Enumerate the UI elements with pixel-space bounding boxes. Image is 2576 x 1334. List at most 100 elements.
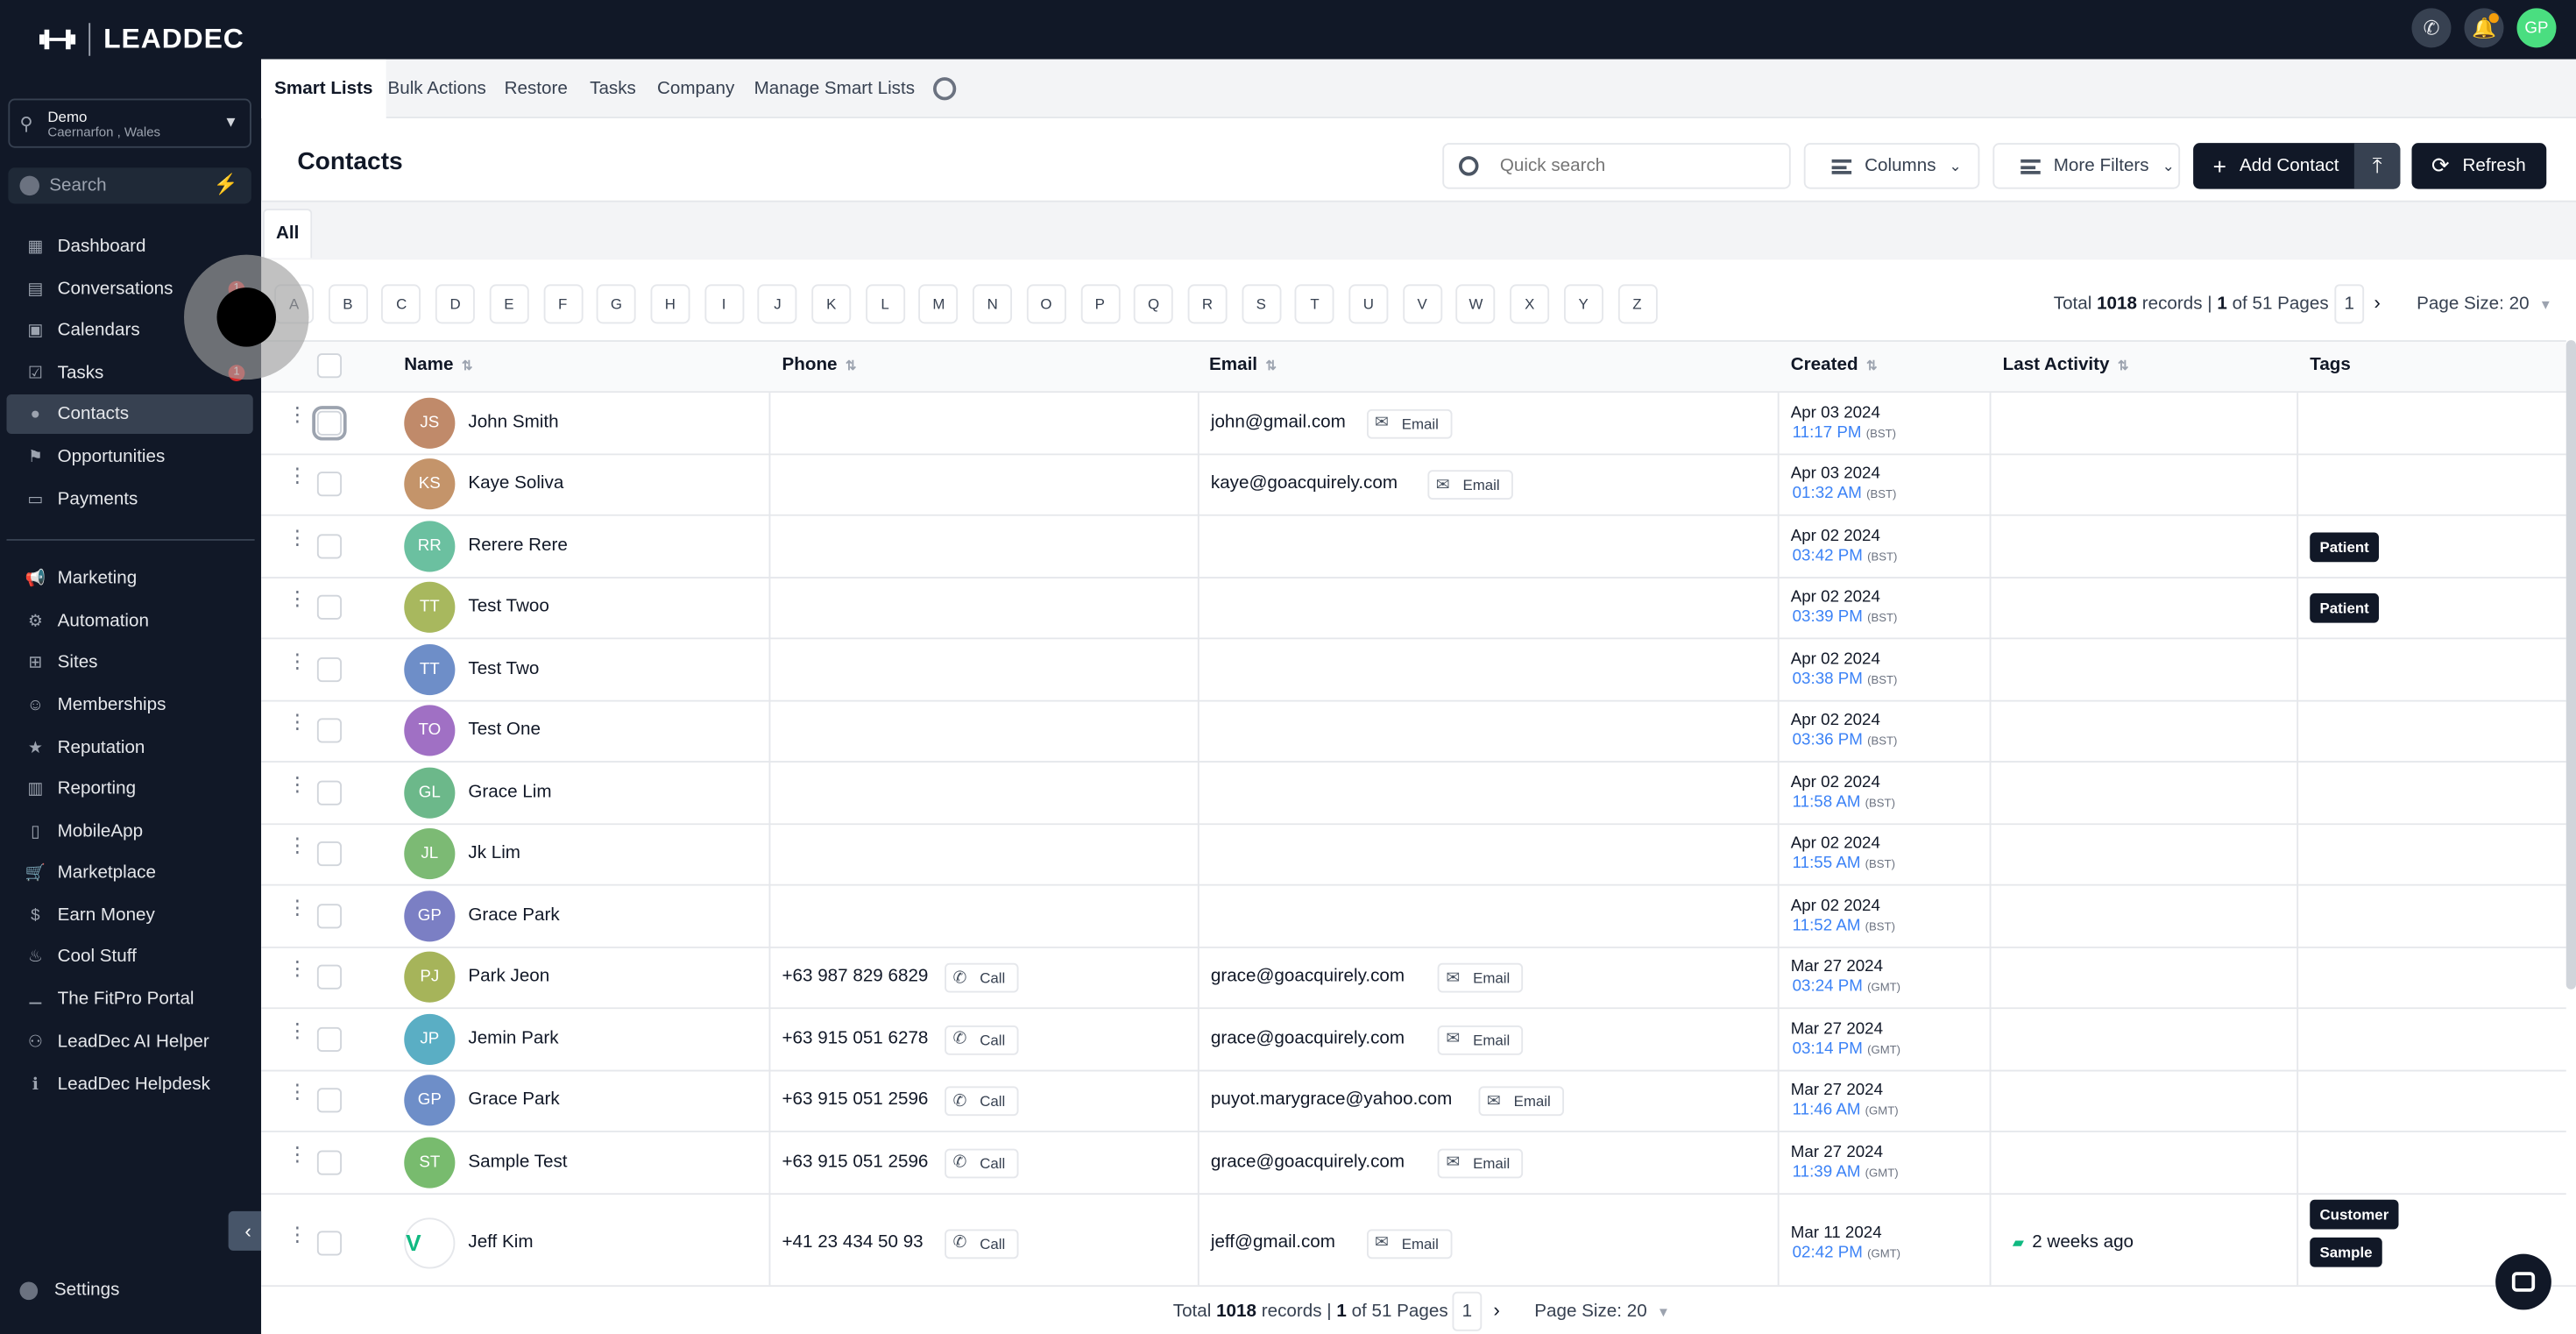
quick-search[interactable] xyxy=(1442,143,1791,189)
table-row[interactable]: ⋮ PJ Park Jeon +63 987 829 6829 ✆ Call grace@g… xyxy=(261,947,2566,1010)
call-button[interactable]: ✆ Call xyxy=(945,1148,1019,1178)
contact-tag[interactable]: Patient xyxy=(2310,593,2380,624)
alphabet-filter-c[interactable]: C xyxy=(381,284,421,324)
contact-avatar[interactable]: TT xyxy=(404,643,456,695)
row-actions-icon[interactable]: ⋮ xyxy=(287,1082,308,1102)
alphabet-filter-b[interactable]: B xyxy=(328,284,368,324)
contact-name[interactable]: Jeff Kim xyxy=(468,1231,533,1252)
tab-tasks[interactable]: Tasks xyxy=(590,60,636,119)
sidebar-item-marketing[interactable]: 📢 Marketing xyxy=(7,559,253,599)
alphabet-filter-e[interactable]: E xyxy=(489,284,529,324)
select-all-checkbox[interactable] xyxy=(316,353,342,379)
table-row[interactable]: ⋮ GP Grace Park +63 915 051 2596 ✆ Call puyot.… xyxy=(261,1070,2566,1132)
contact-phone[interactable]: +63 915 051 6278 xyxy=(782,1028,929,1048)
column-header-created[interactable]: Created ⇅ xyxy=(1791,355,1878,375)
next-page-icon[interactable]: › xyxy=(2374,291,2381,314)
row-checkbox[interactable] xyxy=(316,595,342,621)
alphabet-filter-n[interactable]: N xyxy=(973,284,1013,324)
alphabet-filter-z[interactable]: Z xyxy=(1617,284,1657,324)
sidebar-item-opportunities[interactable]: ⚑ Opportunities xyxy=(7,437,253,477)
sidebar-item-memberships[interactable]: ☺ Memberships xyxy=(7,685,253,725)
import-upload-icon[interactable]: ⤒ xyxy=(2353,143,2401,189)
contact-name[interactable]: Park Jeon xyxy=(468,967,549,987)
add-contact-button[interactable]: + Add Contact ⤒ xyxy=(2193,143,2401,189)
contact-avatar[interactable]: GP xyxy=(404,1075,456,1126)
sort-icon[interactable]: ⇅ xyxy=(846,358,857,373)
contact-email[interactable]: jeff@gmail.com xyxy=(1211,1231,1335,1252)
more-filters-button[interactable]: More Filters ⌄ xyxy=(1992,143,2181,189)
contact-tag[interactable]: Customer xyxy=(2310,1198,2399,1229)
lightning-icon[interactable]: ⚡ xyxy=(214,173,238,195)
alphabet-filter-d[interactable]: D xyxy=(435,284,476,324)
row-actions-icon[interactable]: ⋮ xyxy=(287,650,308,671)
call-button[interactable]: ✆ Call xyxy=(945,1025,1019,1055)
table-row[interactable]: ⋮ GL Grace Lim Apr 02 2024 11:58 AM (BST) xyxy=(261,763,2566,825)
row-actions-icon[interactable]: ⋮ xyxy=(287,404,308,424)
column-header-email[interactable]: Email ⇅ xyxy=(1209,355,1277,375)
alphabet-filter-f[interactable]: F xyxy=(542,284,583,324)
tab-company[interactable]: Company xyxy=(657,60,734,119)
contact-name[interactable]: Grace Park xyxy=(468,1090,559,1110)
email-button[interactable]: ✉ Email xyxy=(1437,1148,1524,1178)
contact-name[interactable]: John Smith xyxy=(468,412,558,432)
contact-avatar[interactable]: TO xyxy=(404,705,456,756)
contact-avatar[interactable]: JS xyxy=(404,397,456,449)
row-checkbox[interactable] xyxy=(316,656,342,682)
contact-avatar[interactable]: KS xyxy=(404,458,456,510)
gear-icon[interactable] xyxy=(933,77,957,101)
sidebar-item-earn-money[interactable]: $ Earn Money xyxy=(7,896,253,935)
row-checkbox[interactable] xyxy=(316,903,342,928)
row-checkbox[interactable] xyxy=(312,405,347,441)
table-row[interactable]: ⋮ RR Rerere Rere Apr 02 2024 03:42 PM (BST) P… xyxy=(261,515,2566,578)
table-row[interactable]: ⋮ GP Grace Park Apr 02 2024 11:52 AM (BST) xyxy=(261,885,2566,947)
sidebar-item-the-fitpro-portal[interactable]: ⚊ The FitPro Portal xyxy=(7,980,253,1019)
sort-icon[interactable]: ⇅ xyxy=(462,358,473,373)
location-switcher[interactable]: ⚲ Demo Caernarfon , Wales ▼ xyxy=(8,98,251,148)
row-actions-icon[interactable]: ⋮ xyxy=(287,1144,308,1164)
alphabet-filter-j[interactable]: J xyxy=(757,284,797,324)
row-actions-icon[interactable]: ⋮ xyxy=(287,959,308,979)
table-row[interactable]: ⋮ TO Test One Apr 02 2024 03:36 PM (BST) xyxy=(261,700,2566,763)
row-checkbox[interactable] xyxy=(316,718,342,743)
tab-all[interactable]: All xyxy=(263,209,313,259)
table-row[interactable]: ⋮ TT Test Two Apr 02 2024 03:38 PM (BST) xyxy=(261,639,2566,701)
sidebar-item-reputation[interactable]: ★ Reputation xyxy=(7,728,253,768)
contact-email[interactable]: grace@goacquirely.com xyxy=(1211,1152,1405,1172)
alphabet-filter-y[interactable]: Y xyxy=(1563,284,1603,324)
user-avatar[interactable]: GP xyxy=(2516,8,2557,48)
row-checkbox[interactable] xyxy=(316,1150,342,1175)
contact-name[interactable]: Rerere Rere xyxy=(468,536,567,556)
sort-icon[interactable]: ⇅ xyxy=(2118,358,2129,373)
column-header-name[interactable]: Name ⇅ xyxy=(404,355,472,375)
contact-avatar[interactable]: JL xyxy=(404,828,456,880)
page-number-input[interactable]: 1 xyxy=(1452,1291,1483,1331)
tab-restore[interactable]: Restore xyxy=(505,60,568,119)
contact-name[interactable]: Kaye Soliva xyxy=(468,473,563,493)
contact-name[interactable]: Test One xyxy=(468,720,541,741)
row-actions-icon[interactable]: ⋮ xyxy=(287,527,308,547)
contact-avatar[interactable]: PJ xyxy=(404,952,456,1004)
row-actions-icon[interactable]: ⋮ xyxy=(287,712,308,732)
contact-avatar[interactable]: TT xyxy=(404,582,456,634)
alphabet-filter-u[interactable]: U xyxy=(1348,284,1389,324)
columns-button[interactable]: Columns ⌄ xyxy=(1803,143,1980,189)
email-button[interactable]: ✉ Email xyxy=(1478,1086,1564,1117)
row-checkbox[interactable] xyxy=(316,780,342,805)
refresh-button[interactable]: ⟳ Refresh xyxy=(2411,143,2547,189)
contact-email[interactable]: grace@goacquirely.com xyxy=(1211,1028,1405,1048)
alphabet-filter-v[interactable]: V xyxy=(1402,284,1442,324)
alphabet-filter-g[interactable]: G xyxy=(596,284,636,324)
page-size-select[interactable]: Page Size: 20 ▼ xyxy=(2417,294,2552,315)
contact-name[interactable]: Jemin Park xyxy=(468,1028,558,1048)
call-button[interactable]: ✆ Call xyxy=(945,963,1019,993)
email-button[interactable]: ✉ Email xyxy=(1437,1025,1524,1055)
row-actions-icon[interactable]: ⋮ xyxy=(287,835,308,855)
contact-phone[interactable]: +41 23 434 50 93 xyxy=(782,1231,924,1252)
tab-manage-smart-lists[interactable]: Manage Smart Lists xyxy=(754,60,915,119)
tab-bulk-actions[interactable]: Bulk Actions xyxy=(388,60,486,119)
contact-name[interactable]: Sample Test xyxy=(468,1152,567,1172)
row-checkbox[interactable] xyxy=(316,841,342,867)
contact-email[interactable]: grace@goacquirely.com xyxy=(1211,967,1405,987)
table-row[interactable]: ⋮ V Jeff Kim +41 23 434 50 93 ✆ Call jeff@gmai… xyxy=(261,1194,2566,1293)
contact-email[interactable]: puyot.marygrace@yahoo.com xyxy=(1211,1090,1452,1110)
